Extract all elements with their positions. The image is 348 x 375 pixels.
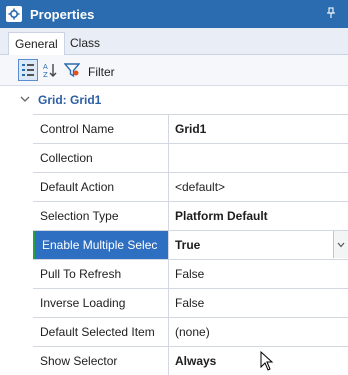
window-title: Properties (30, 6, 95, 22)
properties-titlebar: Properties (0, 0, 348, 28)
property-name: Show Selector (40, 354, 118, 368)
properties-icon (6, 6, 22, 22)
group-label: Grid: Grid1 (38, 93, 102, 107)
property-name: Default Action (40, 180, 115, 194)
dropdown-value: True (175, 238, 201, 252)
filter-label[interactable]: Filter (88, 65, 115, 79)
tab-general[interactable]: General (8, 32, 65, 55)
property-row-collection[interactable]: Collection (33, 143, 348, 172)
svg-text:Z: Z (43, 71, 48, 78)
property-name: Default Selected Item (40, 325, 155, 339)
property-value[interactable]: Always (168, 347, 348, 375)
property-name: Selection Type (40, 209, 119, 223)
property-value[interactable] (168, 144, 348, 172)
tab-class[interactable]: Class (64, 32, 106, 54)
properties-toolbar: A Z Filter (0, 55, 348, 86)
property-name: Enable Multiple Selec (33, 231, 168, 259)
property-row-show-selector[interactable]: Show Selector Always (33, 346, 348, 375)
alphabetical-sort-icon[interactable]: A Z (40, 59, 60, 81)
property-row-selection-type[interactable]: Selection Type Platform Default (33, 201, 348, 230)
property-row-default-selected-item[interactable]: Default Selected Item (none) (33, 317, 348, 346)
property-row-default-action[interactable]: Default Action <default> (33, 172, 348, 201)
mouse-cursor-icon (260, 350, 274, 374)
grid-group-header[interactable]: Grid: Grid1 (0, 86, 348, 114)
property-name: Control Name (40, 122, 115, 136)
property-value[interactable]: Grid1 (168, 115, 348, 143)
svg-text:A: A (43, 63, 48, 71)
categorized-view-icon[interactable] (18, 59, 38, 81)
tab-strip: General Class (0, 28, 348, 55)
property-value[interactable]: Platform Default (168, 202, 348, 230)
chevron-down-icon[interactable] (20, 93, 30, 107)
property-row-pull-to-refresh[interactable]: Pull To Refresh False (33, 259, 348, 288)
property-value[interactable]: False (168, 289, 348, 317)
property-value-dropdown[interactable]: True (168, 231, 348, 259)
chevron-down-icon[interactable] (333, 231, 348, 258)
property-name: Collection (40, 151, 93, 165)
property-row-control-name[interactable]: Control Name Grid1 (33, 114, 348, 143)
property-row-inverse-loading[interactable]: Inverse Loading False (33, 288, 348, 317)
property-value[interactable]: False (168, 260, 348, 288)
property-row-enable-multiple-selection[interactable]: Enable Multiple Selec True (33, 230, 348, 259)
property-value[interactable]: (none) (168, 318, 348, 346)
pin-icon[interactable] (326, 7, 336, 22)
property-value[interactable]: <default> (168, 173, 348, 201)
filter-icon[interactable] (62, 59, 82, 81)
property-name: Pull To Refresh (40, 267, 122, 281)
property-name: Inverse Loading (40, 296, 126, 310)
